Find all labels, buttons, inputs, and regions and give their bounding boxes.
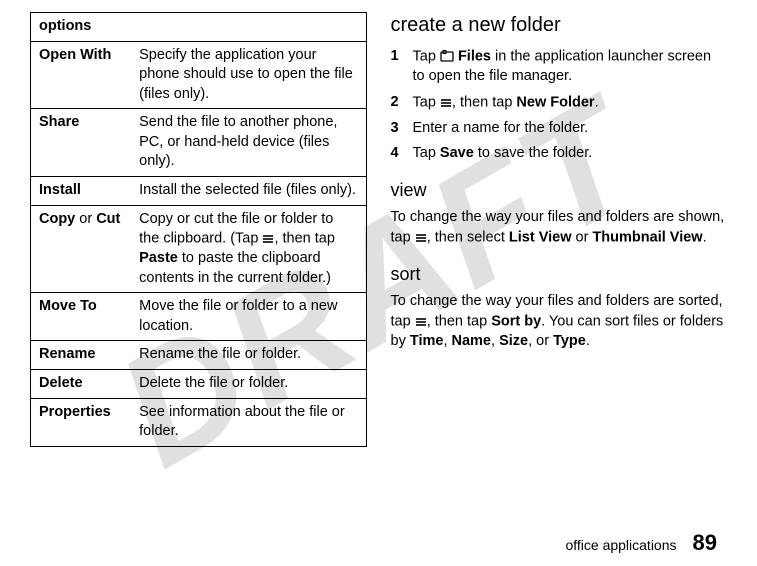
step: 3 Enter a name for the folder.	[391, 119, 728, 139]
option-label: Install	[31, 176, 132, 205]
page-number: 89	[693, 530, 717, 556]
heading-sort: sort	[391, 262, 728, 286]
options-table: options Open With Specify the applicatio…	[30, 12, 367, 447]
menu-icon	[262, 229, 274, 249]
table-header: options	[31, 13, 367, 42]
option-desc: Copy or cut the file or folder to the cl…	[131, 205, 366, 293]
table-row: Rename Rename the file or folder.	[31, 341, 367, 370]
step-number: 3	[391, 119, 413, 139]
heading-create-folder: create a new folder	[391, 12, 728, 39]
table-row: Copy or Cut Copy or cut the file or fold…	[31, 205, 367, 293]
sort-paragraph: To change the way your files and folders…	[391, 292, 728, 351]
menu-icon	[440, 93, 452, 113]
option-desc: Send the file to another phone, PC, or h…	[131, 109, 366, 177]
view-paragraph: To change the way your files and folders…	[391, 208, 728, 248]
table-row: Properties See information about the fil…	[31, 398, 367, 446]
table-row: Install Install the selected file (files…	[31, 176, 367, 205]
table-row: Delete Delete the file or folder.	[31, 370, 367, 399]
table-row: Open With Specify the application your p…	[31, 41, 367, 109]
option-label: Open With	[31, 41, 132, 109]
instructions-column: create a new folder 1 Tap Files in the a…	[391, 12, 728, 522]
option-label: Copy or Cut	[31, 205, 132, 293]
step-text: Enter a name for the folder.	[413, 119, 589, 139]
option-desc: Rename the file or folder.	[131, 341, 366, 370]
table-row: Move To Move the file or folder to a new…	[31, 293, 367, 341]
option-desc: See information about the file or folder…	[131, 398, 366, 446]
step-text: Tap , then tap New Folder.	[413, 93, 599, 113]
option-desc: Delete the file or folder.	[131, 370, 366, 399]
step-text: Tap Save to save the folder.	[413, 144, 593, 164]
option-label: Move To	[31, 293, 132, 341]
step: 2 Tap , then tap New Folder.	[391, 93, 728, 113]
option-desc: Move the file or folder to a new locatio…	[131, 293, 366, 341]
step: 4 Tap Save to save the folder.	[391, 144, 728, 164]
step-number: 4	[391, 144, 413, 164]
menu-icon	[415, 312, 427, 332]
card-icon	[440, 47, 454, 67]
options-table-column: options Open With Specify the applicatio…	[30, 12, 367, 522]
footer-label: office applications	[565, 537, 676, 553]
step-number: 2	[391, 93, 413, 113]
option-label: Share	[31, 109, 132, 177]
step: 1 Tap Files in the application launcher …	[391, 47, 728, 87]
option-desc: Specify the application your phone shoul…	[131, 41, 366, 109]
step-number: 1	[391, 47, 413, 87]
option-label: Delete	[31, 370, 132, 399]
option-desc: Install the selected file (files only).	[131, 176, 366, 205]
heading-view: view	[391, 178, 728, 202]
table-row: Share Send the file to another phone, PC…	[31, 109, 367, 177]
page-footer: office applications 89	[30, 522, 727, 556]
option-label: Rename	[31, 341, 132, 370]
step-text: Tap Files in the application launcher sc…	[413, 47, 728, 87]
option-label: Properties	[31, 398, 132, 446]
menu-icon	[415, 228, 427, 248]
